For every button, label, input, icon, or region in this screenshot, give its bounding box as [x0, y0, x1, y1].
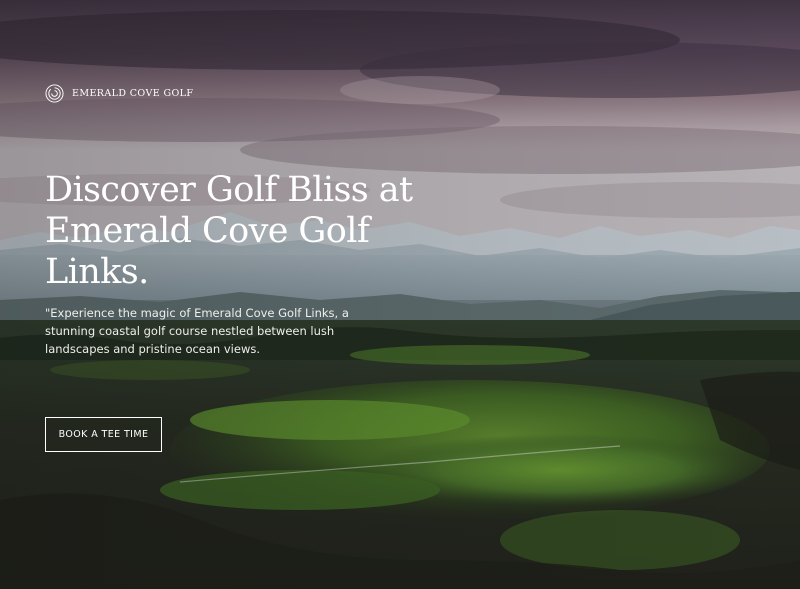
hero-section: EMERALD COVE GOLF Discover Golf Bliss at…: [0, 0, 800, 589]
hero-headline: Discover Golf Bliss at Emerald Cove Golf…: [45, 170, 413, 292]
hero-tagline: "Experience the magic of Emerald Cove Go…: [45, 306, 349, 356]
brand-name: EMERALD COVE GOLF: [72, 88, 194, 99]
brand-logo[interactable]: EMERALD COVE GOLF: [45, 84, 193, 103]
spiral-logo-icon: [45, 84, 64, 103]
book-tee-time-button[interactable]: BOOK A TEE TIME: [45, 417, 162, 452]
